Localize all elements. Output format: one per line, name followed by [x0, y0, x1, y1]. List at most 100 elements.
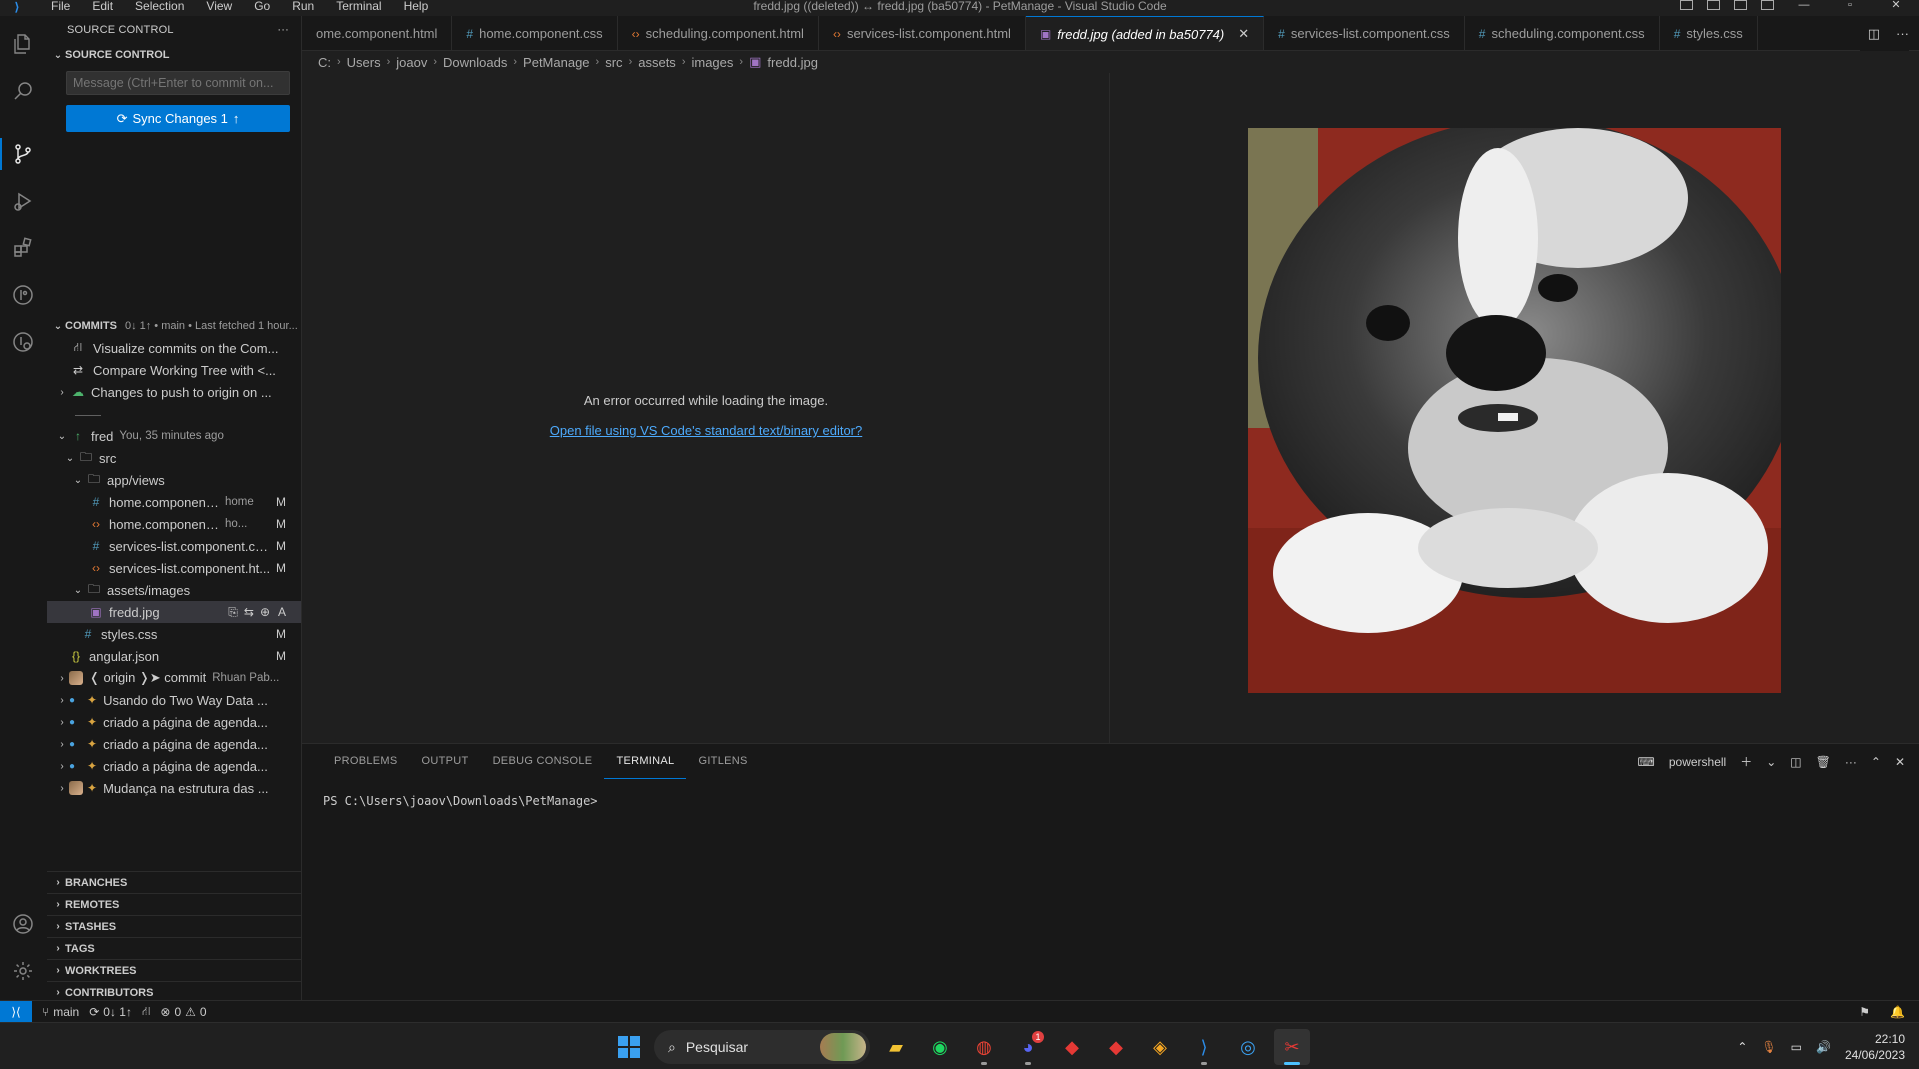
- maximize-icon[interactable]: ▫: [1827, 0, 1873, 13]
- search-icon[interactable]: [10, 78, 36, 104]
- anydesk-alt-icon[interactable]: ◆: [1098, 1029, 1134, 1065]
- tree-folder-app-views[interactable]: ⌄ 🗀 app/views: [47, 469, 301, 491]
- new-terminal-icon[interactable]: ＋: [1740, 753, 1752, 770]
- windows-start-icon[interactable]: [612, 1030, 646, 1064]
- menu-help[interactable]: Help: [393, 0, 440, 13]
- commit-row[interactable]: › ● ✦ Usando do Two Way Data ...: [47, 689, 301, 711]
- chevron-up-icon[interactable]: ⌃: [1737, 1040, 1747, 1054]
- remotes-section[interactable]: › REMOTES: [47, 893, 301, 915]
- source-control-icon[interactable]: [10, 141, 36, 167]
- menu-terminal[interactable]: Terminal: [325, 0, 392, 13]
- chrome-icon[interactable]: ◍: [966, 1029, 1002, 1065]
- tab-services-list-component-css[interactable]: # services-list.component.css: [1264, 16, 1465, 50]
- branches-section[interactable]: › BRANCHES: [47, 871, 301, 893]
- commit-row[interactable]: › ❬ origin ❭➤ commit Rhuan Pab...: [47, 667, 301, 689]
- globe-icon[interactable]: ⊕: [260, 605, 270, 620]
- split-terminal-icon[interactable]: ◫: [1790, 755, 1801, 769]
- chevron-down-icon[interactable]: ⌄: [1766, 755, 1776, 769]
- commit-row[interactable]: › ● ✦ criado a página de agenda...: [47, 711, 301, 733]
- tab-problems[interactable]: PROBLEMS: [322, 744, 410, 779]
- contributors-section[interactable]: › CONTRIBUTORS: [47, 981, 301, 1000]
- tab-gitlens[interactable]: GITLENS: [686, 744, 759, 779]
- commits-section-header[interactable]: ⌄ COMMITS 0↓ 1↑ • main • Last fetched 1 …: [47, 315, 301, 337]
- close-icon[interactable]: ✕: [1238, 26, 1249, 42]
- commit-message-input[interactable]: [66, 71, 290, 95]
- breadcrumb-item[interactable]: src: [605, 55, 622, 70]
- tags-section[interactable]: › TAGS: [47, 937, 301, 959]
- breadcrumb-item[interactable]: Downloads: [443, 55, 507, 70]
- discord-icon[interactable]: ◕ 1: [1010, 1029, 1046, 1065]
- tree-file-angular-json[interactable]: {} angular.json M: [47, 645, 301, 667]
- browser-icon[interactable]: ◎: [1230, 1029, 1266, 1065]
- tree-file-fredd-jpg[interactable]: ▣ fredd.jpg ⎘ ⇆ ⊕ A: [47, 601, 301, 623]
- stashes-section[interactable]: › STASHES: [47, 915, 301, 937]
- microphone-icon[interactable]: 🎙: [1761, 1040, 1776, 1054]
- settings-gear-icon[interactable]: [10, 958, 36, 984]
- toggle-panel-icon[interactable]: [1707, 0, 1720, 10]
- anydesk-icon[interactable]: ◆: [1054, 1029, 1090, 1065]
- clock[interactable]: 22:10 24/06/2023: [1845, 1031, 1905, 1063]
- trash-icon[interactable]: 🗑: [1816, 755, 1831, 769]
- menu-file[interactable]: File: [40, 0, 81, 13]
- remote-indicator-icon[interactable]: ⟩⟨: [0, 1000, 32, 1023]
- breadcrumb-item[interactable]: assets: [638, 55, 676, 70]
- tree-file-styles-css[interactable]: # styles.css M: [47, 623, 301, 645]
- terminal-shell-name[interactable]: powershell: [1669, 755, 1726, 769]
- minimize-icon[interactable]: —: [1781, 0, 1827, 13]
- more-actions-icon[interactable]: ···: [277, 24, 289, 36]
- tab-styles-css[interactable]: # styles.css: [1660, 16, 1758, 50]
- commit-row[interactable]: › ● ✦ criado a página de agenda...: [47, 733, 301, 755]
- graph-status[interactable]: ⛙: [142, 1004, 150, 1020]
- source-control-section-header[interactable]: ⌄ SOURCE CONTROL: [47, 44, 301, 66]
- feedback-icon[interactable]: ⚑: [1859, 1005, 1870, 1019]
- git-icon[interactable]: ◈: [1142, 1029, 1178, 1065]
- accounts-icon[interactable]: [10, 911, 36, 937]
- terminal-prompt[interactable]: PS C:\Users\joaov\Downloads\PetManage>: [323, 794, 598, 808]
- notifications-bell-icon[interactable]: 🔔: [1890, 1005, 1905, 1019]
- tab-debug-console[interactable]: DEBUG CONSOLE: [481, 744, 605, 779]
- gitlens-icon[interactable]: [10, 282, 36, 308]
- tab-output[interactable]: OUTPUT: [410, 744, 481, 779]
- tab-home-component-css[interactable]: # home.component.css: [452, 16, 618, 50]
- close-panel-icon[interactable]: ✕: [1895, 755, 1905, 769]
- spotify-icon[interactable]: ◉: [922, 1029, 958, 1065]
- maximize-panel-icon[interactable]: ⌃: [1871, 755, 1881, 769]
- taskbar-search[interactable]: ⌕ Pesquisar: [654, 1030, 870, 1064]
- toggle-secondary-sidebar-icon[interactable]: [1734, 0, 1747, 10]
- visualize-commits-item[interactable]: ⛙ Visualize commits on the Com...: [47, 337, 301, 359]
- breadcrumb-item[interactable]: images: [691, 55, 733, 70]
- tab-fredd-jpg[interactable]: ▣ fredd.jpg (added in ba50774) ✕: [1025, 16, 1265, 50]
- split-editor-icon[interactable]: ◫: [1868, 26, 1880, 42]
- open-text-editor-link[interactable]: Open file using VS Code's standard text/…: [302, 423, 1110, 438]
- vscode-icon[interactable]: ⟩: [1186, 1029, 1222, 1065]
- tree-folder-assets-images[interactable]: ⌄ 🗀 assets/images: [47, 579, 301, 601]
- tab-scheduling-component-html[interactable]: ‹› scheduling.component.html: [618, 16, 819, 50]
- compare-changes-icon[interactable]: ⇆: [244, 605, 254, 620]
- tree-file-home-css[interactable]: # home.component.css home M: [47, 491, 301, 513]
- run-debug-icon[interactable]: [10, 188, 36, 214]
- more-actions-icon[interactable]: ···: [1845, 755, 1857, 769]
- branch-indicator[interactable]: ⑂ main: [42, 1005, 79, 1019]
- remote-explorer-icon[interactable]: [10, 329, 36, 355]
- extensions-icon[interactable]: [10, 235, 36, 261]
- menu-selection[interactable]: Selection: [124, 0, 195, 13]
- tree-file-home-html[interactable]: ‹› home.component.html ho... M: [47, 513, 301, 535]
- problems-status[interactable]: ⊗ 0 ⚠ 0: [160, 1005, 206, 1019]
- network-icon[interactable]: ▭: [1791, 1040, 1802, 1054]
- breadcrumb-item[interactable]: joaov: [396, 55, 427, 70]
- menu-run[interactable]: Run: [281, 0, 325, 13]
- tab-services-list-component-html[interactable]: ‹› services-list.component.html: [819, 16, 1026, 50]
- tab-home-component-html[interactable]: ome.component.html: [302, 16, 453, 50]
- file-explorer-icon[interactable]: ▰: [878, 1029, 914, 1065]
- compare-working-tree-item[interactable]: ⇄ Compare Working Tree with <...: [47, 359, 301, 381]
- commit-row[interactable]: › ● ✦ criado a página de agenda...: [47, 755, 301, 777]
- tree-file-services-list-css[interactable]: # services-list.component.css... M: [47, 535, 301, 557]
- volume-icon[interactable]: 🔊: [1816, 1040, 1831, 1054]
- customize-layout-icon[interactable]: [1761, 0, 1774, 10]
- breadcrumb-item[interactable]: fredd.jpg: [767, 55, 818, 70]
- commit-row[interactable]: › ✦ Mudança na estrutura das ...: [47, 777, 301, 799]
- explorer-icon[interactable]: [10, 31, 36, 57]
- commit-fred[interactable]: ⌄ ↑ fred You, 35 minutes ago: [47, 425, 301, 447]
- menu-view[interactable]: View: [195, 0, 243, 13]
- tab-terminal[interactable]: TERMINAL: [604, 744, 687, 779]
